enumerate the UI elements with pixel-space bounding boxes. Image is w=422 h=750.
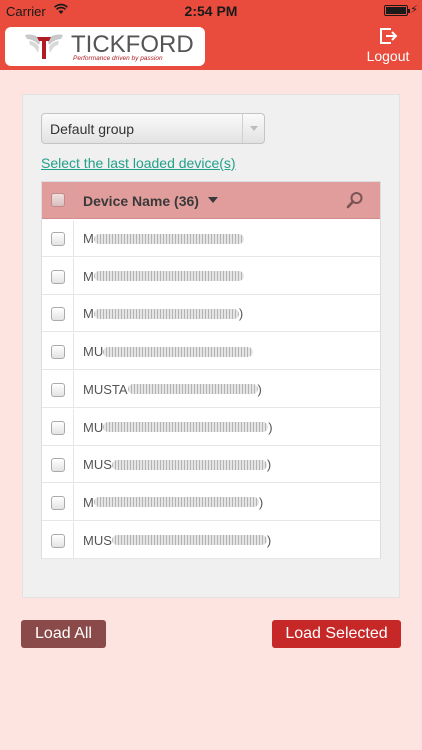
chevron-down-icon bbox=[242, 114, 264, 143]
row-checkbox[interactable] bbox=[51, 420, 65, 435]
device-name: M) bbox=[83, 306, 243, 321]
logout-icon bbox=[380, 28, 398, 44]
redacted-text bbox=[103, 422, 269, 433]
row-checkbox[interactable] bbox=[51, 307, 65, 322]
device-name-column-header[interactable]: Device Name (36) bbox=[83, 193, 199, 209]
row-checkbox[interactable] bbox=[51, 345, 65, 360]
logout-label: Logout bbox=[366, 48, 410, 64]
redacted-text bbox=[111, 535, 267, 546]
table-row[interactable]: MU) bbox=[42, 408, 380, 446]
redacted-text bbox=[103, 346, 254, 357]
device-name-suffix: ) bbox=[268, 419, 273, 435]
redacted-text bbox=[93, 271, 244, 282]
device-name-suffix: ) bbox=[238, 306, 244, 322]
app-header: TICKFORD Performance driven by passion L… bbox=[0, 22, 422, 70]
device-name: MU bbox=[83, 344, 254, 360]
device-name: M) bbox=[83, 495, 263, 510]
device-name: MU) bbox=[83, 420, 273, 435]
load-selected-button[interactable]: Load Selected bbox=[272, 620, 401, 648]
tickford-logo: TICKFORD Performance driven by passion bbox=[5, 27, 205, 66]
device-name-suffix: ) bbox=[257, 381, 262, 397]
redacted-text bbox=[93, 308, 239, 319]
row-checkbox[interactable] bbox=[51, 533, 65, 548]
group-select[interactable]: Default group bbox=[41, 113, 265, 144]
device-panel: Default group Select the last loaded dev… bbox=[22, 94, 400, 598]
device-name: MUS) bbox=[83, 533, 271, 548]
device-name: M bbox=[83, 269, 244, 284]
table-row[interactable]: MU bbox=[42, 333, 380, 371]
row-checkbox[interactable] bbox=[51, 458, 65, 473]
redacted-text bbox=[127, 384, 258, 395]
table-row[interactable]: M bbox=[42, 220, 380, 257]
logo-mark-icon bbox=[25, 34, 63, 59]
device-name-prefix: MU bbox=[83, 344, 104, 360]
table-row[interactable]: M bbox=[42, 257, 380, 295]
row-checkbox[interactable] bbox=[51, 232, 65, 246]
group-select-value: Default group bbox=[50, 121, 135, 137]
device-name: M bbox=[83, 231, 244, 246]
device-name-suffix: ) bbox=[266, 457, 272, 473]
row-checkbox-cell bbox=[42, 483, 74, 521]
redacted-text bbox=[111, 459, 267, 470]
status-bar: Carrier 2:54 PM ⚡ bbox=[0, 0, 422, 22]
load-all-button[interactable]: Load All bbox=[21, 620, 106, 648]
device-name-prefix: M bbox=[83, 306, 94, 322]
row-checkbox-cell bbox=[42, 333, 74, 371]
device-name-prefix: M bbox=[83, 494, 94, 510]
status-time: 2:54 PM bbox=[184, 3, 238, 19]
row-checkbox[interactable] bbox=[51, 382, 65, 397]
header-checkbox-cell bbox=[42, 182, 74, 219]
device-name: MUSTA) bbox=[83, 382, 262, 397]
table-row[interactable]: M) bbox=[42, 483, 380, 521]
row-checkbox-cell bbox=[42, 408, 74, 446]
device-table: Device Name (36) M M M) MU MUSTA) MU) MUS) M) MU… bbox=[41, 181, 381, 559]
select-last-loaded-link[interactable]: Select the last loaded device(s) bbox=[41, 155, 236, 171]
battery-icon bbox=[384, 5, 410, 16]
device-name-prefix: MU bbox=[83, 419, 104, 435]
device-name-suffix: ) bbox=[266, 532, 272, 548]
search-icon[interactable] bbox=[346, 191, 364, 209]
device-name: MUS) bbox=[83, 457, 271, 472]
device-name-prefix: M bbox=[83, 231, 94, 246]
row-checkbox-cell bbox=[42, 521, 74, 559]
table-row[interactable]: MUS) bbox=[42, 521, 380, 559]
table-row[interactable]: MUS) bbox=[42, 446, 380, 484]
table-row[interactable]: MUSTA) bbox=[42, 370, 380, 408]
table-header: Device Name (36) bbox=[42, 182, 380, 219]
logo-tagline: Performance driven by passion bbox=[73, 55, 163, 62]
device-name-prefix: MUS bbox=[83, 457, 112, 473]
charging-icon: ⚡ bbox=[410, 4, 418, 16]
row-checkbox-cell bbox=[42, 257, 74, 295]
device-name-prefix: M bbox=[83, 268, 94, 284]
row-checkbox-cell bbox=[42, 220, 74, 257]
redacted-text bbox=[93, 233, 244, 244]
row-checkbox[interactable] bbox=[51, 495, 65, 510]
row-checkbox-cell bbox=[42, 446, 74, 484]
logout-button[interactable]: Logout bbox=[364, 24, 412, 68]
device-name-prefix: MUSTA bbox=[83, 381, 128, 397]
row-checkbox-cell bbox=[42, 370, 74, 408]
device-name-suffix: ) bbox=[258, 494, 264, 510]
redacted-text bbox=[93, 497, 259, 508]
table-row[interactable]: M) bbox=[42, 295, 380, 333]
row-checkbox-cell bbox=[42, 295, 74, 333]
sort-down-icon[interactable] bbox=[208, 197, 218, 203]
select-all-checkbox[interactable] bbox=[51, 193, 65, 207]
row-checkbox[interactable] bbox=[51, 269, 65, 284]
device-name-prefix: MUS bbox=[83, 532, 112, 548]
